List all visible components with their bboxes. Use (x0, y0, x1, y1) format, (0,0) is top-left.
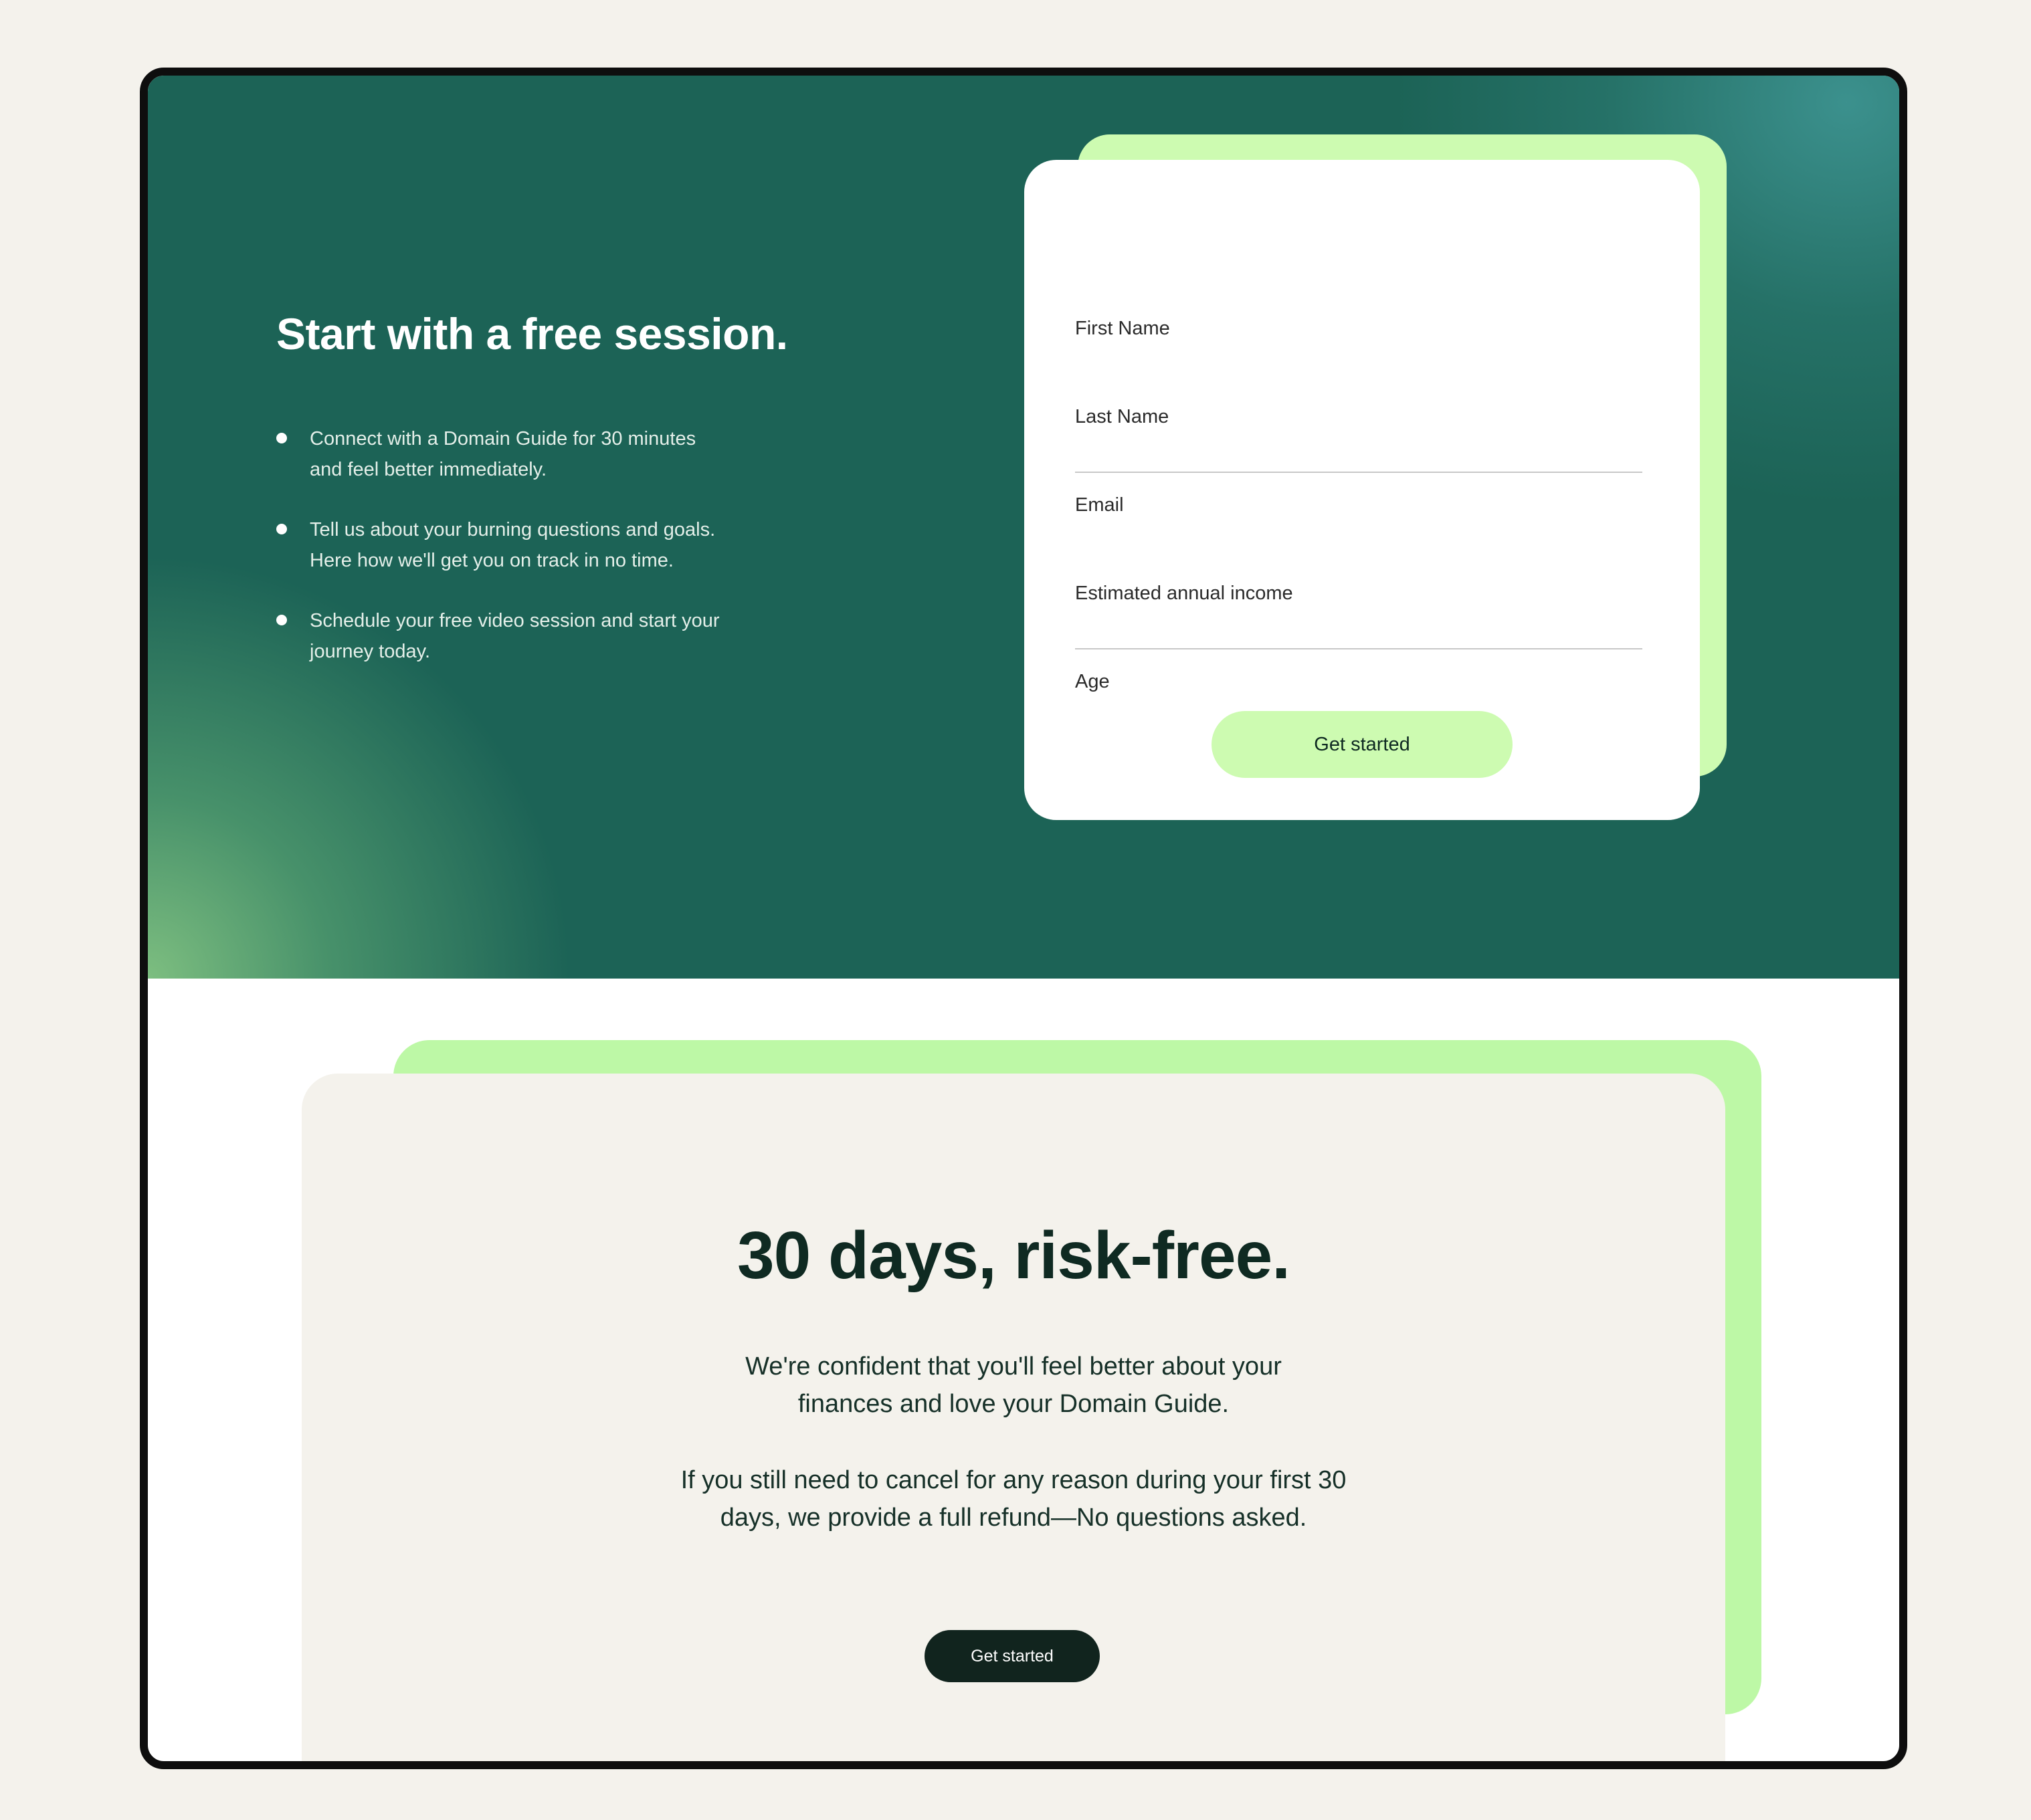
bullet-text-line: Here how we'll get you on track in no ti… (310, 550, 674, 571)
age-label: Age (1075, 671, 1110, 692)
guarantee-paragraph: We're confident that you'll feel better … (302, 1348, 1725, 1423)
bullet-dot-icon (276, 524, 287, 534)
field-underline (1075, 472, 1642, 473)
refund-text-line: If you still need to cancel for any reas… (680, 1466, 1347, 1494)
last-name-label: Last Name (1075, 406, 1169, 427)
bullet-text-line: Connect with a Domain Guide for 30 minut… (310, 428, 696, 449)
hero-section: Start with a free session. Connect with … (148, 76, 1899, 979)
get-started-button[interactable]: Get started (1212, 711, 1513, 778)
guarantee-card: 30 days, risk-free. We're confident that… (302, 1074, 1725, 1761)
field-underline (1075, 648, 1642, 649)
first-name-label: First Name (1075, 318, 1170, 339)
bullet-text-line: journey today. (310, 641, 431, 662)
refund-text-line: days, we provide a full refund—No questi… (720, 1504, 1307, 1532)
benefits-list: Connect with a Domain Guide for 30 minut… (276, 423, 785, 696)
signup-form: First Name Last Name Email Estimated ann… (1024, 160, 1700, 820)
email-label: Email (1075, 494, 1124, 516)
refund-paragraph: If you still need to cancel for any reas… (302, 1461, 1725, 1536)
bullet-text-line: Schedule your free video session and sta… (310, 610, 720, 631)
list-item: Connect with a Domain Guide for 30 minut… (276, 423, 785, 485)
list-item: Schedule your free video session and sta… (276, 605, 785, 667)
income-label: Estimated annual income (1075, 583, 1293, 604)
guarantee-title: 30 days, risk-free. (737, 1218, 1290, 1293)
bullet-dot-icon (276, 433, 287, 443)
guarantee-text-line: finances and love your Domain Guide. (797, 1390, 1230, 1418)
bullet-dot-icon (276, 615, 287, 625)
bullet-text-line: and feel better immediately. (310, 459, 547, 480)
guarantee-text-line: We're confident that you'll feel better … (745, 1352, 1282, 1381)
page-frame: Start with a free session. Connect with … (140, 68, 1907, 1769)
hero-title: Start with a free session. (276, 309, 788, 359)
list-item: Tell us about your burning questions and… (276, 514, 785, 576)
bullet-text-line: Tell us about your burning questions and… (310, 519, 716, 540)
get-started-button-secondary[interactable]: Get started (925, 1630, 1100, 1682)
